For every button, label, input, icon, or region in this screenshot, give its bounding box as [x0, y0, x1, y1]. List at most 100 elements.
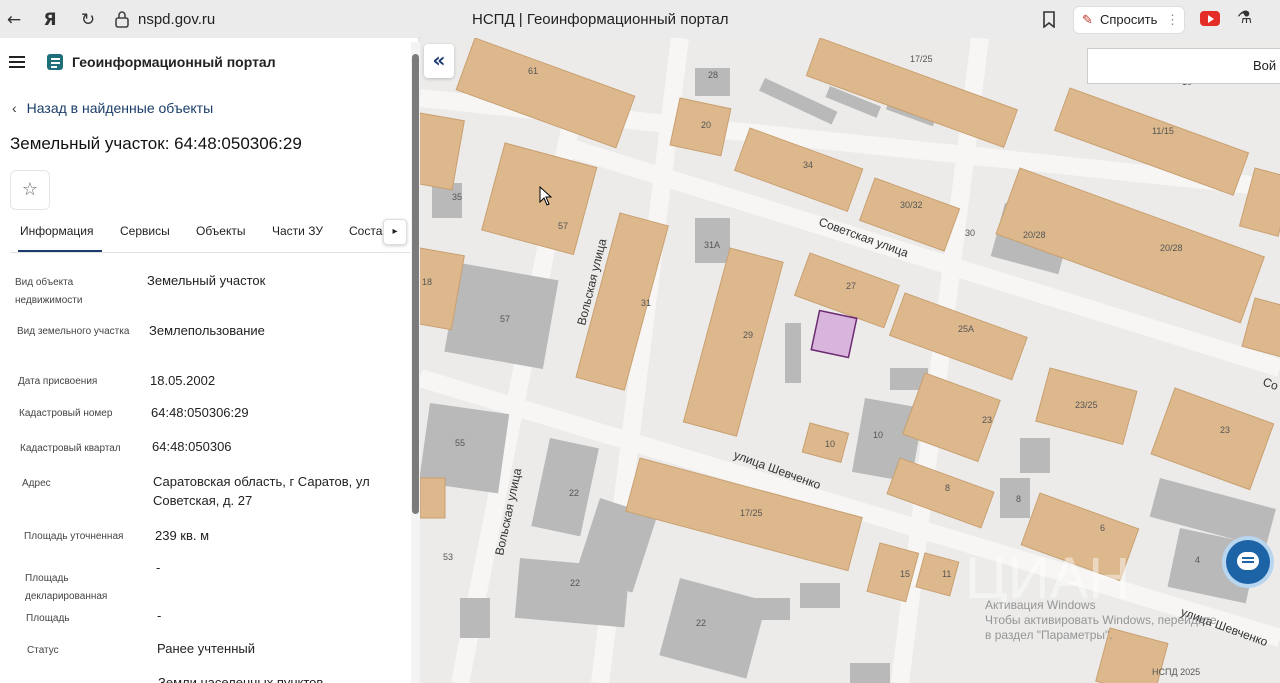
attr-label-object-type: Вид объекта недвижимости — [15, 277, 83, 306]
svg-text:34: 34 — [803, 160, 813, 170]
svg-text:18: 18 — [422, 277, 432, 287]
windows-activation-notice: Активация Windows Чтобы активировать Win… — [985, 598, 1217, 643]
svg-text:29: 29 — [743, 330, 753, 340]
svg-text:31: 31 — [641, 298, 651, 308]
svg-text:22: 22 — [569, 488, 579, 498]
chevron-left-icon: ‹ — [12, 100, 17, 116]
ask-ai-button[interactable]: ✎ Спросить ⋮ — [1073, 6, 1185, 34]
attr-label-address: Адрес — [22, 478, 51, 489]
svg-text:28: 28 — [708, 70, 718, 80]
back-link-label: Назад в найденные объекты — [26, 100, 214, 116]
bookmark-icon[interactable] — [1042, 11, 1056, 28]
browser-toolbar: ← Я ↻ nspd.gov.ru НСПД | Геоинформационн… — [0, 0, 1280, 39]
tab-information[interactable]: Информация — [20, 224, 93, 238]
attr-label-cadastral-quarter: Кадастровый квартал — [20, 443, 121, 454]
windows-notice-line1: Активация Windows — [985, 598, 1096, 612]
svg-text:17/25: 17/25 — [910, 54, 933, 64]
svg-text:23: 23 — [1220, 425, 1230, 435]
svg-text:35: 35 — [452, 192, 462, 202]
object-title: Земельный участок: 64:48:050306:29 — [10, 134, 302, 153]
back-to-results-link[interactable]: ‹ Назад в найденные объекты — [12, 100, 213, 116]
portal-logo-icon — [47, 54, 63, 70]
ai-icon: ✎ — [1082, 12, 1093, 27]
svg-text:10: 10 — [825, 439, 835, 449]
yandex-icon[interactable]: Я — [38, 8, 62, 32]
tab-parts[interactable]: Части ЗУ — [272, 224, 323, 238]
mouse-cursor-icon — [539, 186, 553, 206]
panel-scrollbar[interactable] — [411, 42, 420, 683]
svg-text:17/25: 17/25 — [740, 508, 763, 518]
chat-bubble-icon — [1237, 552, 1259, 570]
svg-text:57: 57 — [500, 314, 510, 324]
svg-text:6: 6 — [1100, 523, 1105, 533]
attr-value-land-type: Землепользование — [149, 323, 265, 338]
attr-label-area: Площадь — [26, 613, 70, 624]
attr-value-date: 18.05.2002 — [150, 373, 216, 388]
svg-text:30: 30 — [965, 228, 975, 238]
windows-notice-line2: Чтобы активировать Windows, перейдите — [985, 613, 1217, 627]
attr-label-area-specified: Площадь уточненная — [24, 531, 124, 542]
svg-text:4: 4 — [1195, 555, 1200, 565]
tab-composition[interactable]: Соста — [349, 224, 382, 238]
svg-text:11/15: 11/15 — [1152, 126, 1174, 136]
svg-text:25А: 25А — [958, 324, 974, 334]
favorite-star-icon[interactable]: ☆ — [10, 170, 50, 210]
map-copyright: НСПД 2025 — [1152, 667, 1201, 677]
attr-label-land-type: Вид земельного участка — [17, 326, 130, 337]
address-bar[interactable]: nspd.gov.ru — [138, 11, 215, 28]
map-svg: 61 28 20 17/25 11/15 35 57 34 30/32 30 2… — [420, 38, 1280, 683]
attr-label-cadastral-number: Кадастровый номер — [19, 408, 113, 419]
lock-icon — [115, 11, 129, 28]
svg-text:23/25: 23/25 — [1075, 400, 1098, 410]
login-button[interactable]: Вой — [1087, 48, 1280, 84]
svg-text:61: 61 — [528, 66, 538, 76]
svg-text:22: 22 — [696, 618, 706, 628]
browser-page-title: НСПД | Геоинформационный портал — [472, 11, 729, 28]
svg-text:20/28: 20/28 — [1160, 243, 1183, 253]
back-arrow-icon[interactable]: ← — [2, 8, 26, 32]
svg-text:15: 15 — [900, 569, 910, 579]
youtube-icon[interactable] — [1200, 11, 1220, 26]
collapse-panel-button[interactable]: « — [424, 44, 454, 78]
attr-value-area-declared: - — [156, 560, 161, 575]
attr-value-category: Земли населенных пунктов — [158, 675, 324, 683]
svg-text:31А: 31А — [704, 240, 720, 250]
attr-value-area: - — [157, 608, 162, 623]
attr-value-area-specified: 239 кв. м — [155, 528, 210, 543]
svg-text:20: 20 — [701, 120, 711, 130]
svg-text:57: 57 — [558, 221, 568, 231]
extension-icon[interactable]: ⚗ — [1237, 8, 1252, 28]
scrollbar-thumb[interactable] — [412, 54, 419, 514]
svg-text:53: 53 — [443, 552, 453, 562]
ask-ai-label: Спросить — [1100, 12, 1158, 27]
svg-text:8: 8 — [945, 483, 950, 493]
reload-icon[interactable]: ↻ — [76, 8, 100, 32]
attr-label-status: Статус — [27, 645, 59, 656]
selected-parcel[interactable] — [810, 309, 858, 359]
attr-value-address: Саратовская область, г Саратов, ул Совет… — [153, 474, 370, 508]
svg-text:27: 27 — [846, 281, 856, 291]
svg-text:8: 8 — [1016, 494, 1021, 504]
login-label: Вой — [1253, 58, 1277, 73]
svg-text:11: 11 — [942, 569, 951, 579]
attr-label-area-declared: Площадь декларированная — [25, 573, 108, 602]
menu-icon[interactable] — [9, 56, 25, 68]
ask-menu-icon[interactable]: ⋮ — [1166, 7, 1179, 33]
map-canvas[interactable]: 61 28 20 17/25 11/15 35 57 34 30/32 30 2… — [420, 38, 1280, 683]
tabs-scroll-right-icon[interactable]: ▸ — [383, 219, 407, 245]
tab-services[interactable]: Сервисы — [120, 224, 170, 238]
attr-value-cadastral-quarter: 64:48:050306 — [152, 439, 232, 454]
object-info-panel: Геоинформационный портал ‹ Назад в найден… — [0, 38, 418, 683]
svg-text:30/32: 30/32 — [900, 200, 923, 210]
svg-text:20/28: 20/28 — [1023, 230, 1046, 240]
tab-objects[interactable]: Объекты — [196, 224, 246, 238]
chat-button[interactable] — [1226, 540, 1270, 584]
svg-text:23: 23 — [982, 415, 992, 425]
svg-text:22: 22 — [570, 578, 580, 588]
windows-notice-line3: в раздел "Параметры". — [985, 628, 1113, 642]
attr-value-object-type: Земельный участок — [147, 273, 266, 288]
attr-label-date: Дата присвоения — [18, 376, 98, 387]
active-tab-indicator — [18, 250, 102, 252]
svg-text:55: 55 — [455, 438, 465, 448]
attr-value-cadastral-number: 64:48:050306:29 — [151, 405, 249, 420]
